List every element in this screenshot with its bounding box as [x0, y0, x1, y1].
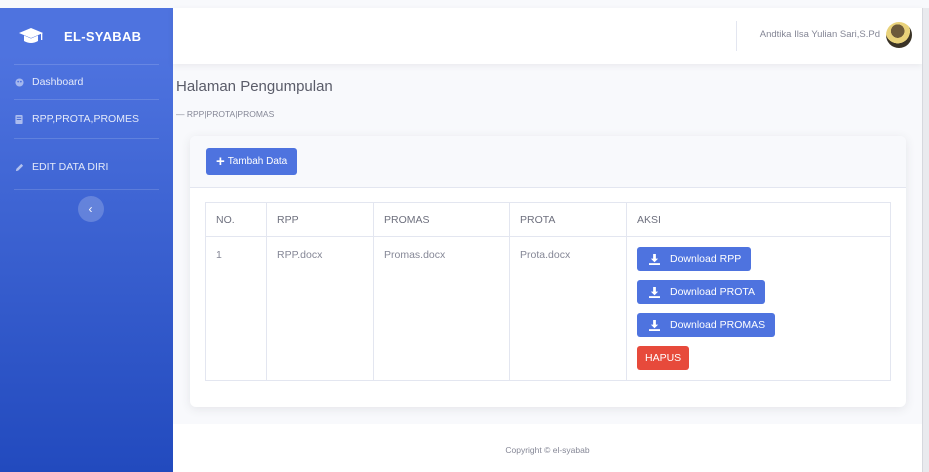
download-rpp-label: Download RPP: [670, 253, 742, 265]
breadcrumb: — RPP|PROTA|PROMAS: [176, 109, 275, 119]
palette-icon: [14, 77, 24, 87]
sidebar-toggle-button[interactable]: ‹: [77, 196, 104, 222]
column-header-promas[interactable]: PROMAS: [373, 202, 510, 237]
column-header-aksi[interactable]: AKSI: [626, 202, 891, 237]
sidebar-item-rpp[interactable]: RPP,PROTA,PROMES: [0, 100, 173, 138]
sidebar: EL-SYABAB Dashboard RPP,PROTA,PROMES EDI…: [0, 8, 173, 472]
scrollbar[interactable]: [922, 8, 929, 472]
table-header-row: NO. RPP PROMAS PROTA AKSI: [205, 202, 891, 237]
column-header-rpp[interactable]: RPP: [266, 202, 374, 237]
cell-no: 1: [205, 236, 267, 381]
delete-button[interactable]: HAPUS: [637, 346, 690, 370]
sidebar-divider: [14, 189, 159, 190]
download-icon: [649, 286, 660, 298]
cell-rpp: RPP.docx: [266, 236, 374, 381]
cell-aksi: Download RPP Download PROTA Download PRO…: [626, 236, 891, 381]
download-icon: [649, 253, 660, 265]
sidebar-divider: [14, 138, 159, 139]
sidebar-item-label: Dashboard: [32, 76, 84, 88]
column-header-prota[interactable]: PROTA: [509, 202, 627, 237]
user-name[interactable]: Andtika Ilsa Yulian Sari,S.Pd: [760, 29, 880, 40]
page-title: Halaman Pengumpulan: [176, 78, 333, 95]
submission-table: NO. RPP PROMAS PROTA AKSI 1 RPP.docx Pro…: [205, 202, 891, 381]
sidebar-item-label: EDIT DATA DIRI: [32, 161, 109, 173]
download-promas-label: Download PROMAS: [670, 319, 766, 331]
topbar: Andtika Ilsa Yulian Sari,S.Pd: [173, 8, 922, 64]
book-icon: [14, 114, 24, 124]
copyright-text: Copyright © el-syabab: [505, 445, 590, 455]
download-prota-button[interactable]: Download PROTA: [637, 280, 766, 304]
pencil-icon: [14, 162, 24, 172]
plus-icon: +: [216, 153, 225, 170]
avatar[interactable]: [886, 22, 912, 48]
brand-name: EL-SYABAB: [64, 28, 142, 44]
card-header: + Tambah Data: [190, 136, 906, 188]
download-promas-button[interactable]: Download PROMAS: [637, 313, 776, 337]
download-prota-label: Download PROTA: [670, 286, 756, 298]
chevron-left-icon: ‹: [88, 202, 93, 216]
add-data-button[interactable]: + Tambah Data: [206, 148, 298, 175]
add-data-label: Tambah Data: [227, 156, 288, 167]
cell-promas: Promas.docx: [373, 236, 510, 381]
footer: Copyright © el-syabab: [173, 424, 922, 472]
data-card: + Tambah Data NO. RPP PROMAS PROTA AKSI …: [190, 136, 906, 407]
cell-prota: Prota.docx: [509, 236, 627, 381]
column-header-no[interactable]: NO.: [205, 202, 267, 237]
sidebar-item-label: RPP,PROTA,PROMES: [32, 113, 139, 125]
brand-link[interactable]: EL-SYABAB: [0, 8, 173, 64]
table-row: 1 RPP.docx Promas.docx Prota.docx Downlo…: [205, 236, 891, 381]
graduation-cap-icon: [19, 28, 43, 43]
download-rpp-button[interactable]: Download RPP: [637, 247, 752, 271]
topbar-divider: [736, 21, 737, 51]
action-buttons: Download RPP Download PROTA Download PRO…: [637, 247, 880, 370]
download-icon: [649, 319, 660, 331]
sidebar-item-edit-data[interactable]: EDIT DATA DIRI: [0, 145, 173, 189]
sidebar-item-dashboard[interactable]: Dashboard: [0, 65, 173, 99]
